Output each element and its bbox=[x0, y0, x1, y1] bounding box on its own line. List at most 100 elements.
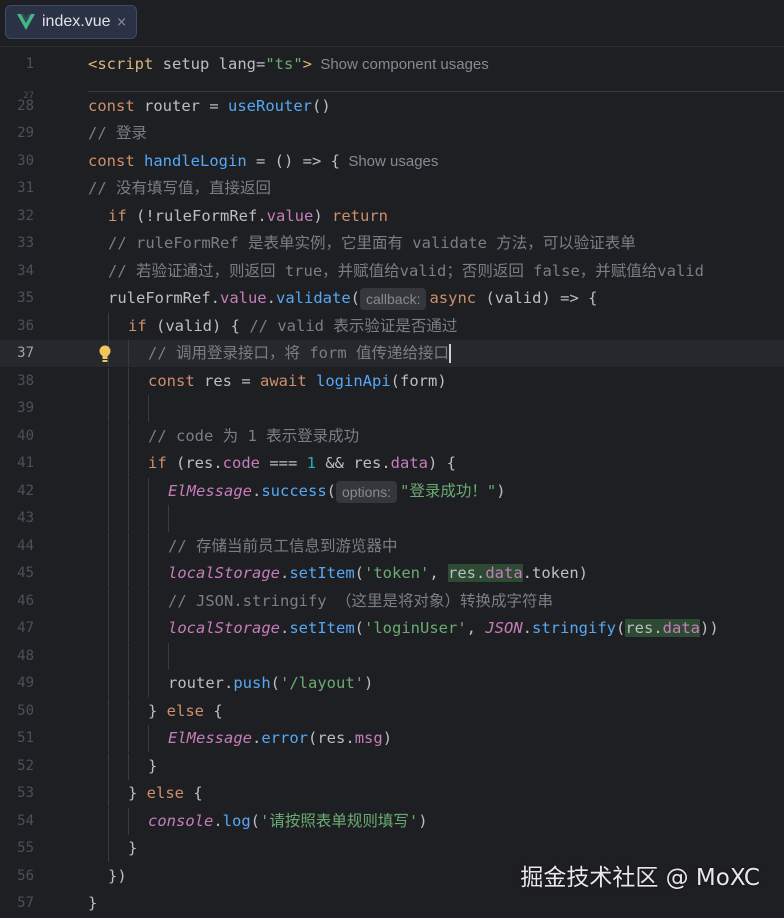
code-token: data bbox=[485, 564, 523, 582]
code-token: res. bbox=[625, 619, 663, 637]
code-line[interactable]: 48 bbox=[0, 643, 784, 670]
code-editor[interactable]: 27 1 <script setup lang="ts"> Show compon… bbox=[0, 47, 784, 918]
code-line[interactable]: 41 if (res.code === 1 && res.data) { bbox=[0, 450, 784, 477]
indent-guide bbox=[128, 670, 129, 697]
code-line[interactable]: 29 // 登录 bbox=[0, 120, 784, 147]
code-token: , bbox=[466, 619, 486, 637]
code-line[interactable]: 28 const router = useRouter() bbox=[0, 93, 784, 120]
indent-guide bbox=[148, 395, 149, 422]
code-line[interactable]: 46 // JSON.stringify （这里是将对象）转换成字符串 bbox=[0, 588, 784, 615]
code-token: . bbox=[279, 619, 290, 637]
line-number: 35 bbox=[17, 290, 34, 306]
code-line[interactable]: 49 router.push('/layout') bbox=[0, 670, 784, 697]
tab-index-vue[interactable]: index.vue × bbox=[5, 5, 137, 39]
code-line[interactable]: 44 // 存储当前员工信息到游览器中 bbox=[0, 533, 784, 560]
code-token: console bbox=[148, 812, 214, 830]
line-number: 33 bbox=[17, 235, 34, 251]
code-token: ) bbox=[382, 729, 393, 747]
usages-hint-link[interactable]: Show component usages bbox=[312, 56, 488, 73]
code-line[interactable]: 40 // code 为 1 表示登录成功 bbox=[0, 423, 784, 450]
code-text: // 调用登录接口，将 form 值传递给接口 bbox=[148, 340, 451, 367]
indent-guide bbox=[128, 615, 129, 642]
code-line[interactable]: 50} else { bbox=[0, 698, 784, 725]
code-token: lang= bbox=[218, 55, 266, 73]
code-line[interactable]: 33 // ruleFormRef 是表单实例，它里面有 validate 方法，… bbox=[0, 230, 784, 257]
code-line[interactable]: 53} else { bbox=[0, 780, 784, 807]
code-line[interactable]: 51 ElMessage.error(res.msg) bbox=[0, 725, 784, 752]
code-token: (res. bbox=[176, 454, 223, 472]
code-token: > bbox=[302, 55, 312, 73]
code-line[interactable]: 35 ruleFormRef.value.validate(callback: as… bbox=[0, 285, 784, 312]
line-number: 28 bbox=[17, 98, 34, 114]
code-text: } else { bbox=[148, 698, 223, 725]
code-line[interactable]: 52} bbox=[0, 753, 784, 780]
code-token: { bbox=[213, 702, 223, 720]
line-number: 43 bbox=[17, 510, 34, 526]
parameter-hint: callback: bbox=[360, 287, 427, 310]
indent-guide bbox=[108, 368, 109, 395]
indent-guide bbox=[108, 808, 109, 835]
code-text: } else { bbox=[128, 780, 203, 807]
usages-hint-link[interactable]: Show usages bbox=[340, 153, 438, 170]
code-line[interactable]: 43 bbox=[0, 505, 784, 532]
code-text: console.log('请按照表单规则填写') bbox=[148, 808, 428, 835]
code-line[interactable]: 36 if (valid) { // valid 表示验证是否通过 bbox=[0, 313, 784, 340]
code-token: ) bbox=[418, 812, 428, 830]
code-token: msg bbox=[354, 729, 383, 747]
indent-guide bbox=[108, 395, 109, 422]
code-line[interactable]: 47 localStorage.setItem('loginUser', JSON… bbox=[0, 615, 784, 642]
code-token: ruleFormRef. bbox=[108, 289, 220, 307]
line-number: 34 bbox=[17, 263, 34, 279]
code-token: . bbox=[266, 289, 276, 307]
indent-guide bbox=[128, 698, 129, 725]
code-text: router.push('/layout') bbox=[168, 670, 373, 697]
code-line[interactable]: 34 // 若验证通过，则返回 true，并赋值给valid；否则返回 false… bbox=[0, 258, 784, 285]
line-number: 52 bbox=[17, 758, 34, 774]
line-number: 37 bbox=[17, 345, 34, 361]
code-token: && res. bbox=[316, 454, 391, 472]
code-comment: // code 为 1 表示登录成功 bbox=[148, 427, 360, 445]
code-token: === bbox=[260, 454, 307, 472]
code-line[interactable]: 54 console.log('请按照表单规则填写') bbox=[0, 808, 784, 835]
code-line[interactable]: 31 // 没有填写值，直接返回 bbox=[0, 175, 784, 202]
code-comment: // 没有填写值，直接返回 bbox=[88, 179, 271, 197]
code-token: . bbox=[252, 482, 262, 500]
code-text: } bbox=[128, 835, 137, 862]
code-text: } bbox=[88, 890, 97, 917]
code-token: localStorage bbox=[168, 564, 280, 582]
code-line[interactable]: 39 bbox=[0, 395, 784, 422]
code-token: 'token' bbox=[364, 564, 430, 582]
indent-guide bbox=[128, 423, 129, 450]
code-line[interactable]: 57} bbox=[0, 890, 784, 917]
indent-guide bbox=[108, 725, 109, 752]
indent-guide bbox=[108, 423, 109, 450]
code-text: localStorage.setItem('loginUser', JSON.s… bbox=[168, 615, 719, 642]
indent-guide bbox=[108, 780, 109, 807]
code-line[interactable]: 32 if (!ruleFormRef.value) return bbox=[0, 203, 784, 230]
code-token: } bbox=[148, 757, 158, 775]
code-line[interactable]: 45 localStorage.setItem('token', res.data… bbox=[0, 560, 784, 587]
code-token: = () => { bbox=[246, 152, 340, 170]
indent-guide bbox=[108, 313, 109, 340]
indent-guide bbox=[128, 368, 129, 395]
close-icon[interactable]: × bbox=[116, 15, 127, 30]
code-text: // ruleFormRef 是表单实例，它里面有 validate 方法，可以… bbox=[108, 230, 636, 257]
code-line[interactable]: 30 const handleLogin = () => { Show usage… bbox=[0, 148, 784, 175]
code-text: // code 为 1 表示登录成功 bbox=[148, 423, 359, 450]
code-line[interactable]: 38 const res = await loginApi(form) bbox=[0, 368, 784, 395]
lightbulb-icon[interactable] bbox=[98, 345, 112, 363]
code-token: push bbox=[233, 674, 271, 692]
code-line[interactable]: 1 <script setup lang="ts"> Show component… bbox=[0, 51, 784, 78]
line-number: 44 bbox=[17, 538, 34, 554]
code-text: // 若验证通过，则返回 true，并赋值给valid；否则返回 false，并… bbox=[108, 258, 704, 285]
line-number: 55 bbox=[17, 840, 34, 856]
code-token: } bbox=[88, 894, 98, 912]
code-line[interactable]: 42 ElMessage.success(options: "登录成功！") bbox=[0, 478, 784, 505]
indent-guide bbox=[128, 753, 129, 780]
code-line[interactable]: 37 // 调用登录接口，将 form 值传递给接口 bbox=[0, 340, 784, 367]
watermark: 掘金技术社区 @ MoXC bbox=[520, 865, 760, 891]
code-text: ElMessage.error(res.msg) bbox=[168, 725, 392, 752]
code-text: // JSON.stringify （这里是将对象）转换成字符串 bbox=[168, 588, 553, 615]
code-text: const handleLogin = () => { Show usages bbox=[88, 148, 438, 175]
code-token: ) { bbox=[428, 454, 456, 472]
